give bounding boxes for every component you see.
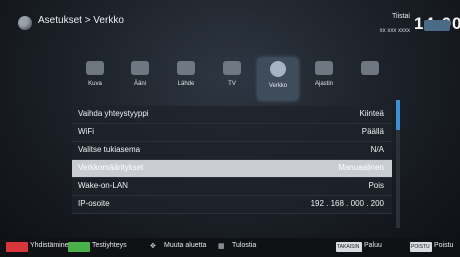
setting-value: Päällä <box>361 127 384 136</box>
setting-row-access-point[interactable]: Valitse tukiasema N/A <box>72 142 392 160</box>
picture-icon <box>86 61 104 75</box>
tv-icon <box>223 61 241 75</box>
back-key[interactable]: TAKAISIN <box>336 242 362 252</box>
back-key-label: TAKAISIN <box>337 244 360 250</box>
timer-icon <box>315 61 333 75</box>
setting-value: N/A <box>370 145 384 154</box>
tab-label: Lähde <box>177 81 195 87</box>
tab-label: Kuva <box>88 81 102 87</box>
footer-move: Muuta aluetta <box>164 242 207 249</box>
tab-kuva[interactable]: Kuva <box>75 58 115 100</box>
tab-verkko[interactable]: Verkko <box>258 58 298 100</box>
tab-label: Verkko <box>268 83 288 89</box>
setting-value: Kiinteä <box>359 109 384 118</box>
red-key-icon[interactable] <box>6 242 28 252</box>
day-label: Tiistai <box>391 13 410 20</box>
green-key-icon[interactable] <box>68 242 90 252</box>
breadcrumb: Asetukset > Verkko <box>38 15 124 26</box>
tab-ajastin[interactable]: Ajastin <box>304 58 344 100</box>
network-icon <box>270 61 286 77</box>
settings-icon <box>361 61 379 75</box>
navigation-arrows-icon: ✥ <box>150 243 156 250</box>
footer-test: Testiyhteys <box>92 242 127 249</box>
tab-label: Ääni <box>133 81 146 87</box>
setting-row-ip-address[interactable]: IP-osoite 192 . 168 . 000 . 200 <box>72 196 392 214</box>
setting-key: Valitse tukiasema <box>78 145 141 154</box>
setting-value: 192 . 168 . 000 . 200 <box>310 199 384 208</box>
tab-label: Ajastin <box>314 81 333 87</box>
tab-aani[interactable]: Ääni <box>120 58 160 100</box>
sound-icon <box>131 61 149 75</box>
footer-exit: Poistu <box>434 242 454 249</box>
date-label: xx xxx xxxx <box>379 28 410 34</box>
setting-row-wake-on-lan[interactable]: Wake-on-LAN Pois <box>72 178 392 196</box>
tv-settings-screen: Asetukset > Verkko Tiistai xx xxx xxxx 1… <box>0 0 460 257</box>
grid-icon: ▦ <box>218 243 225 250</box>
setting-row-connection-type[interactable]: Vaihda yhteystyyppi Kiinteä <box>72 106 392 124</box>
tab-more-settings[interactable] <box>350 58 390 100</box>
footer-back: Paluu <box>364 242 382 249</box>
setting-key: Vaihda yhteystyyppi <box>78 109 149 118</box>
source-icon <box>177 61 195 75</box>
setting-key: Wake-on-LAN <box>78 181 128 190</box>
network-settings-list: Vaihda yhteystyyppi Kiinteä WiFi Päällä … <box>72 106 392 214</box>
setting-value: Manuaalinen <box>338 163 384 172</box>
footer-connect: Yhdistäminen <box>30 242 73 249</box>
setting-row-wifi[interactable]: WiFi Päällä <box>72 124 392 142</box>
tv-badge-icon <box>424 20 450 31</box>
settings-tabs: Kuva Ääni Lähde TV Verkko Ajastin <box>70 58 400 100</box>
setting-key: Verkkomääritykset <box>78 163 144 172</box>
settings-icon <box>18 16 32 30</box>
footer-bar: Yhdistäminen Testiyhteys ✥ Muuta aluetta… <box>0 238 460 257</box>
tab-label: TV <box>228 81 236 87</box>
setting-row-network-config[interactable]: Verkkomääritykset Manuaalinen <box>72 160 392 178</box>
scrollbar-thumb[interactable] <box>396 100 400 130</box>
tab-tv[interactable]: TV <box>212 58 252 100</box>
setting-key: IP-osoite <box>78 199 110 208</box>
setting-value: Pois <box>368 181 384 190</box>
footer-print: Tulostia <box>232 242 257 249</box>
exit-key-label: POISTU <box>411 244 430 250</box>
tab-lahde[interactable]: Lähde <box>166 58 206 100</box>
setting-key: WiFi <box>78 127 94 136</box>
exit-key[interactable]: POISTU <box>410 242 432 252</box>
